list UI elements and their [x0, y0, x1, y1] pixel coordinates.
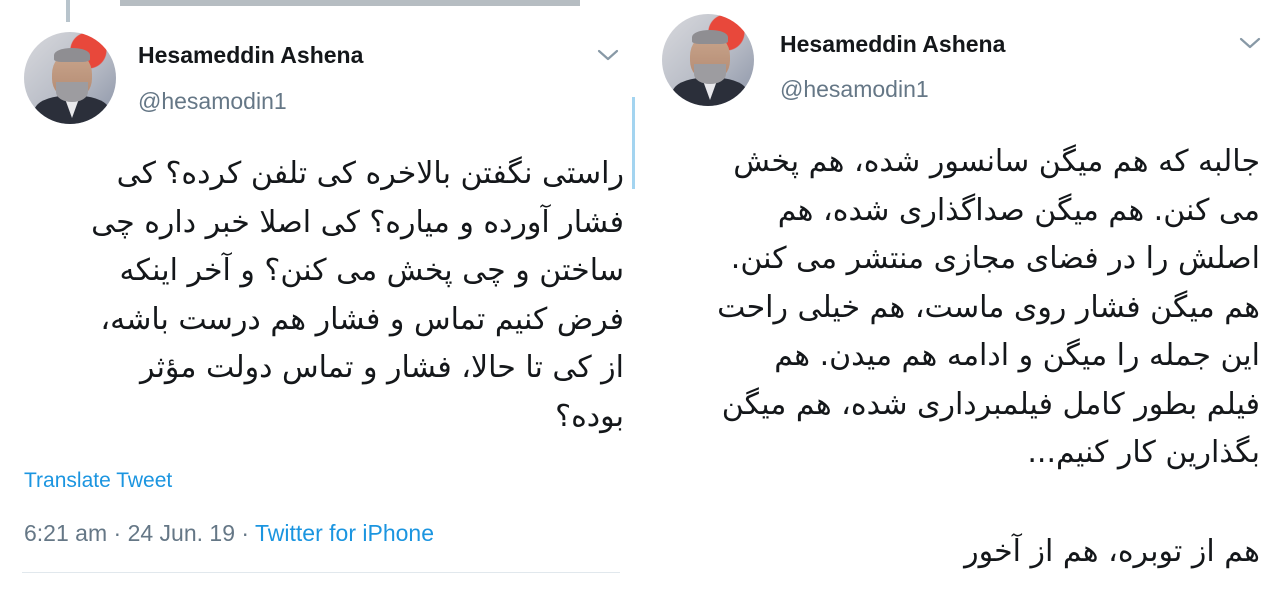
tweet-text: راستی نگفتن بالاخره کی تلفن کرده؟ کی فشا…	[91, 156, 624, 434]
tweet-text-ending: هم از توبره، هم از آخور	[964, 534, 1260, 569]
tweet-date[interactable]: 24 Jun. 19	[128, 520, 235, 546]
author-handle[interactable]: @hesamodin1	[780, 76, 929, 103]
thread-line	[632, 97, 635, 189]
tweet-time[interactable]: 6:21 am	[24, 520, 107, 546]
tweet-metadata: 6:21 am · 24 Jun. 19 · Twitter for iPhon…	[24, 520, 434, 547]
right-tweet-card: Hesameddin Ashena @hesamodin1 جالبه که ه…	[642, 0, 1280, 601]
chevron-down-icon[interactable]	[597, 48, 619, 62]
translate-tweet-link[interactable]: Translate Tweet	[24, 469, 172, 493]
previous-tweet-fragment	[66, 0, 70, 22]
meta-separator: ·	[113, 520, 122, 546]
previous-tweet-text-fragment	[120, 0, 580, 6]
author-name[interactable]: Hesameddin Ashena	[138, 42, 363, 69]
tweet-text: جالبه که هم میگن سانسور شده، هم پخش می ک…	[717, 144, 1260, 470]
divider	[22, 572, 620, 573]
tweet-source-link[interactable]: Twitter for iPhone	[255, 520, 434, 546]
meta-separator: ·	[241, 520, 250, 546]
author-name[interactable]: Hesameddin Ashena	[780, 31, 1005, 58]
author-avatar[interactable]	[662, 14, 754, 106]
author-avatar[interactable]	[24, 32, 116, 124]
author-handle[interactable]: @hesamodin1	[138, 88, 287, 115]
left-tweet-card: Hesameddin Ashena @hesamodin1 راستی نگفت…	[0, 0, 640, 601]
chevron-down-icon[interactable]	[1239, 36, 1261, 50]
